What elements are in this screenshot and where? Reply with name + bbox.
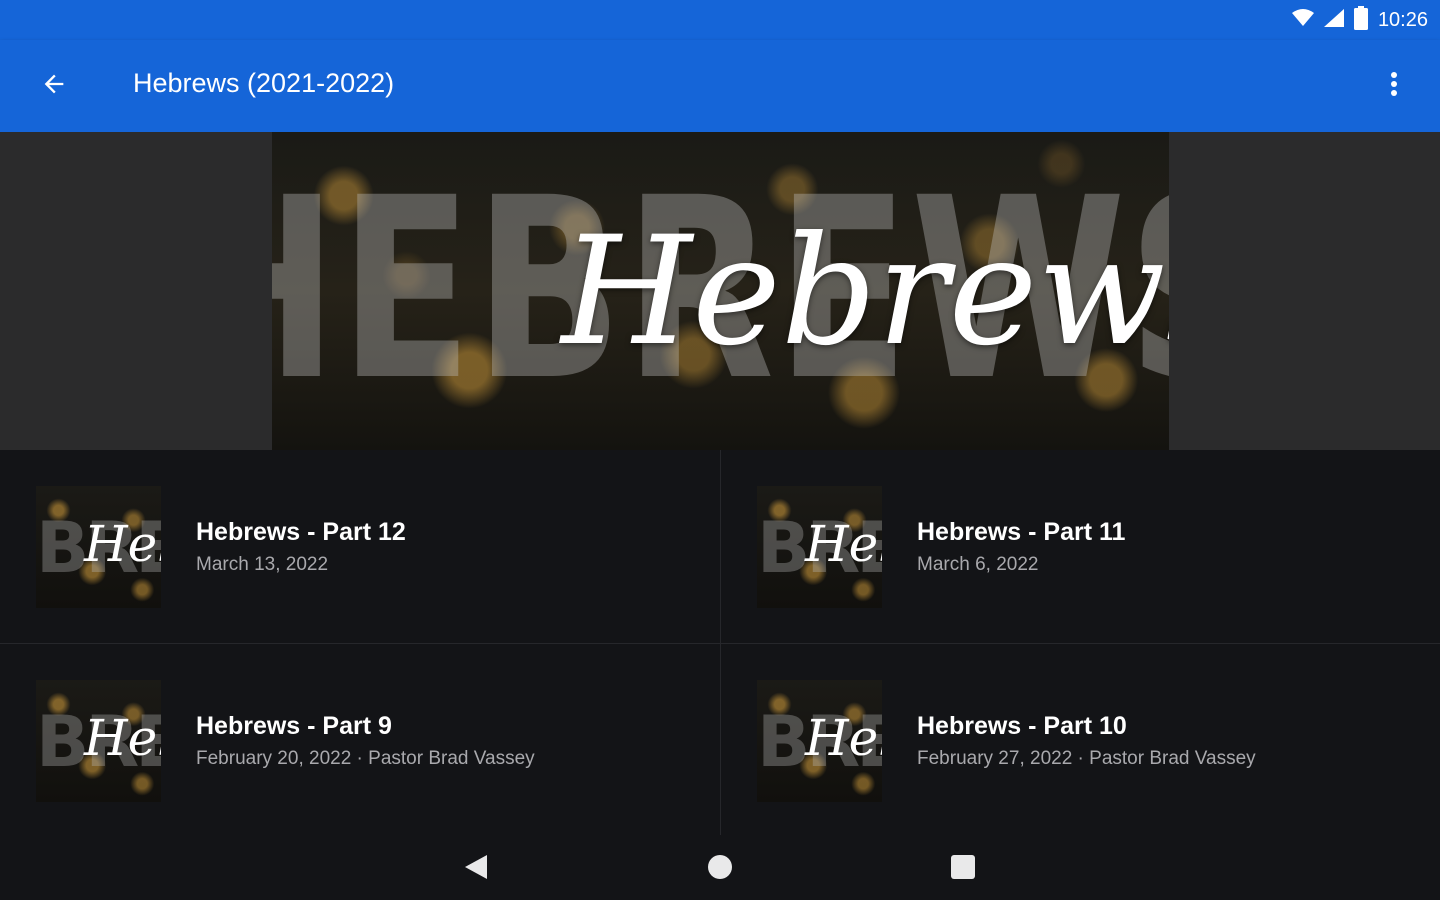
nav-home-icon	[707, 854, 733, 885]
thumbnail-script-text: Heb	[84, 515, 161, 573]
sermon-title: Hebrews - Part 9	[196, 712, 392, 740]
sermon-item[interactable]: BRE Heb Hebrews - Part 10 February 27, 2…	[721, 644, 1440, 837]
page-title: Hebrews (2021-2022)	[133, 68, 395, 98]
battery-icon	[1353, 5, 1368, 35]
arrow-back-icon	[40, 70, 68, 103]
cell-signal-icon	[1323, 8, 1344, 32]
sermon-thumbnail: BRE Heb	[36, 680, 161, 802]
thumbnail-script-text: Heb	[805, 515, 882, 573]
status-bar: 10:26	[0, 0, 1440, 40]
system-navigation-bar	[0, 835, 1440, 900]
sermon-item[interactable]: BRE Heb Hebrews - Part 12 March 13, 2022	[0, 450, 721, 644]
sermon-thumbnail: BRE Heb	[36, 486, 161, 608]
sermon-title: Hebrews - Part 10	[917, 712, 1127, 740]
series-banner-image: HEBREWS Hebrews	[272, 132, 1169, 450]
app-bar: Hebrews (2021-2022)	[0, 40, 1440, 132]
hero-band: HEBREWS Hebrews	[0, 132, 1440, 450]
nav-back-button[interactable]	[454, 847, 498, 891]
more-options-button[interactable]	[1370, 62, 1418, 110]
sermon-subtitle: February 20, 2022 · Pastor Brad Vassey	[196, 748, 535, 769]
wifi-icon	[1291, 8, 1314, 32]
back-button[interactable]	[30, 62, 78, 110]
sermon-thumbnail: BRE Heb	[757, 486, 882, 608]
status-time: 10:26	[1377, 8, 1428, 31]
thumbnail-script-text: Heb	[805, 709, 882, 767]
thumbnail-script-text: Heb	[84, 709, 161, 767]
sermon-subtitle: March 13, 2022	[196, 554, 329, 575]
sermon-grid: BRE Heb Hebrews - Part 12 March 13, 2022…	[0, 450, 1440, 837]
banner-script-text: Hebrews	[561, 205, 1169, 379]
sermon-thumbnail: BRE Heb	[757, 680, 882, 802]
sermon-subtitle: February 27, 2022 · Pastor Brad Vassey	[917, 748, 1256, 769]
nav-recents-button[interactable]	[941, 847, 985, 891]
sermon-title: Hebrews - Part 11	[917, 518, 1126, 546]
sermon-subtitle: March 6, 2022	[917, 554, 1039, 575]
more-vert-icon	[1390, 70, 1398, 103]
sermon-item[interactable]: BRE Heb Hebrews - Part 9 February 20, 20…	[0, 644, 721, 837]
sermon-title: Hebrews - Part 12	[196, 518, 406, 546]
nav-recents-icon	[950, 854, 976, 885]
nav-back-icon	[463, 853, 489, 886]
nav-home-button[interactable]	[698, 847, 742, 891]
status-icons: 10:26	[1291, 5, 1428, 35]
sermon-item[interactable]: BRE Heb Hebrews - Part 11 March 6, 2022	[721, 450, 1440, 644]
